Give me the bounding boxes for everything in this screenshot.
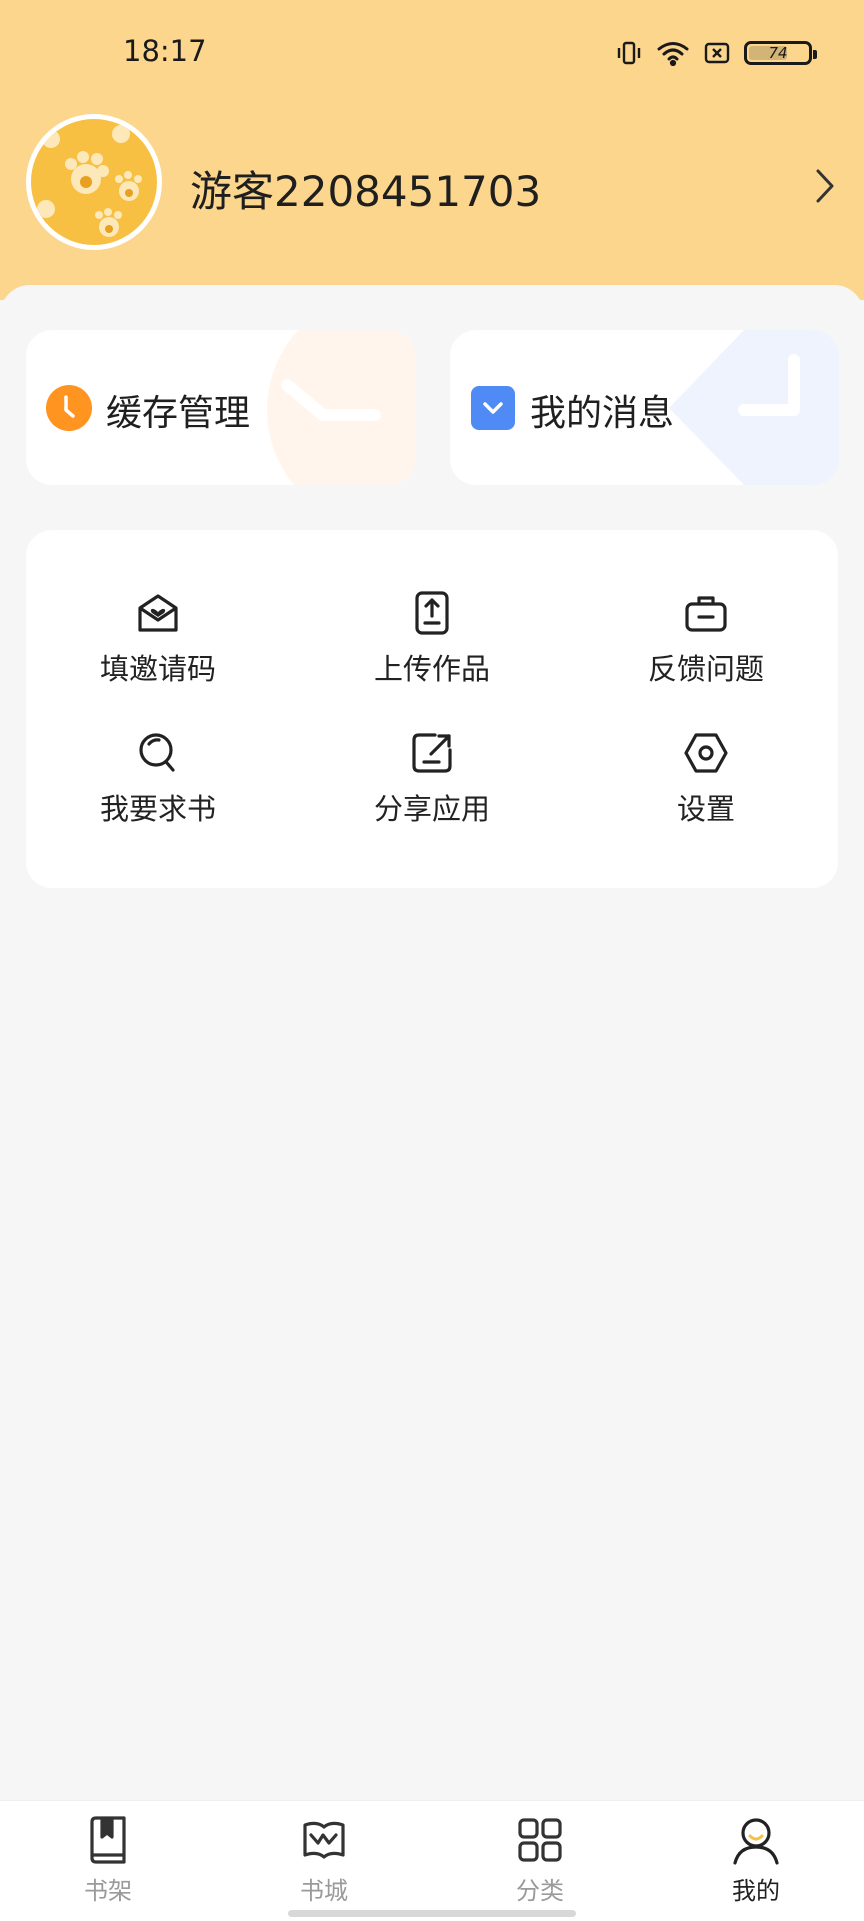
- feedback-label: 反馈问题: [647, 652, 764, 686]
- request-book-button[interactable]: 我要求书: [58, 730, 258, 828]
- avatar[interactable]: [26, 114, 162, 250]
- nav-mine-label: 我的: [732, 1877, 780, 1905]
- battery-icon: 74: [744, 41, 817, 65]
- status-icons: 74: [616, 40, 817, 66]
- clock-icon: [46, 385, 92, 431]
- home-indicator[interactable]: [288, 1910, 576, 1917]
- username: 游客2208451703: [190, 167, 542, 216]
- nav-bookshelf[interactable]: 书架: [48, 1815, 168, 1906]
- bookshelf-icon: [48, 1815, 168, 1865]
- message-check-icon: [470, 385, 516, 431]
- paw-pattern-icon: [37, 125, 142, 237]
- battery-percent: 74: [768, 44, 788, 62]
- bottom-nav: 书架 书城 分类 我的: [0, 1800, 864, 1921]
- share-app-label: 分享应用: [373, 792, 490, 826]
- settings-button[interactable]: 设置: [606, 730, 806, 828]
- category-grid-icon: [480, 1815, 600, 1865]
- nav-bookshelf-label: 书架: [84, 1877, 132, 1905]
- invite-code-button[interactable]: 填邀请码: [58, 590, 258, 688]
- invite-envelope-icon: [58, 590, 258, 636]
- request-book-label: 我要求书: [99, 792, 216, 826]
- cache-management-label: 缓存管理: [106, 393, 251, 434]
- upload-work-label: 上传作品: [373, 652, 490, 686]
- bookstore-icon: [264, 1815, 384, 1865]
- sim-off-icon: [704, 42, 730, 64]
- feedback-briefcase-icon: [606, 590, 806, 636]
- profile-row[interactable]: 游客2208451703: [26, 114, 838, 254]
- cache-management-button[interactable]: 缓存管理: [26, 330, 415, 485]
- nav-bookstore[interactable]: 书城: [264, 1815, 384, 1906]
- invite-code-label: 填邀请码: [99, 652, 216, 686]
- nav-bookstore-label: 书城: [300, 1877, 348, 1905]
- feedback-button[interactable]: 反馈问题: [606, 590, 806, 688]
- message-decoration-icon: [669, 330, 839, 485]
- menu-grid: 填邀请码 上传作品 反馈问题 我要求书 分享应用 设置: [26, 530, 838, 888]
- my-messages-button[interactable]: 我的消息: [450, 330, 839, 485]
- clock-decoration-icon: [267, 330, 415, 485]
- profile-icon: [696, 1815, 816, 1865]
- chevron-right-icon[interactable]: [812, 166, 838, 210]
- wifi-icon: [656, 40, 690, 66]
- search-book-icon: [58, 730, 258, 776]
- settings-hexagon-icon: [606, 730, 806, 776]
- upload-work-button[interactable]: 上传作品: [332, 590, 532, 688]
- vibrate-icon: [616, 40, 642, 66]
- status-bar: 18:17 74: [0, 0, 864, 110]
- status-time: 18:17: [123, 34, 207, 68]
- content-area: [0, 285, 864, 1800]
- nav-mine[interactable]: 我的: [696, 1815, 816, 1906]
- nav-category[interactable]: 分类: [480, 1815, 600, 1906]
- upload-icon: [332, 590, 532, 636]
- nav-category-label: 分类: [516, 1877, 564, 1905]
- share-app-button[interactable]: 分享应用: [332, 730, 532, 828]
- settings-label: 设置: [676, 792, 735, 826]
- share-icon: [332, 730, 532, 776]
- my-messages-label: 我的消息: [530, 393, 675, 434]
